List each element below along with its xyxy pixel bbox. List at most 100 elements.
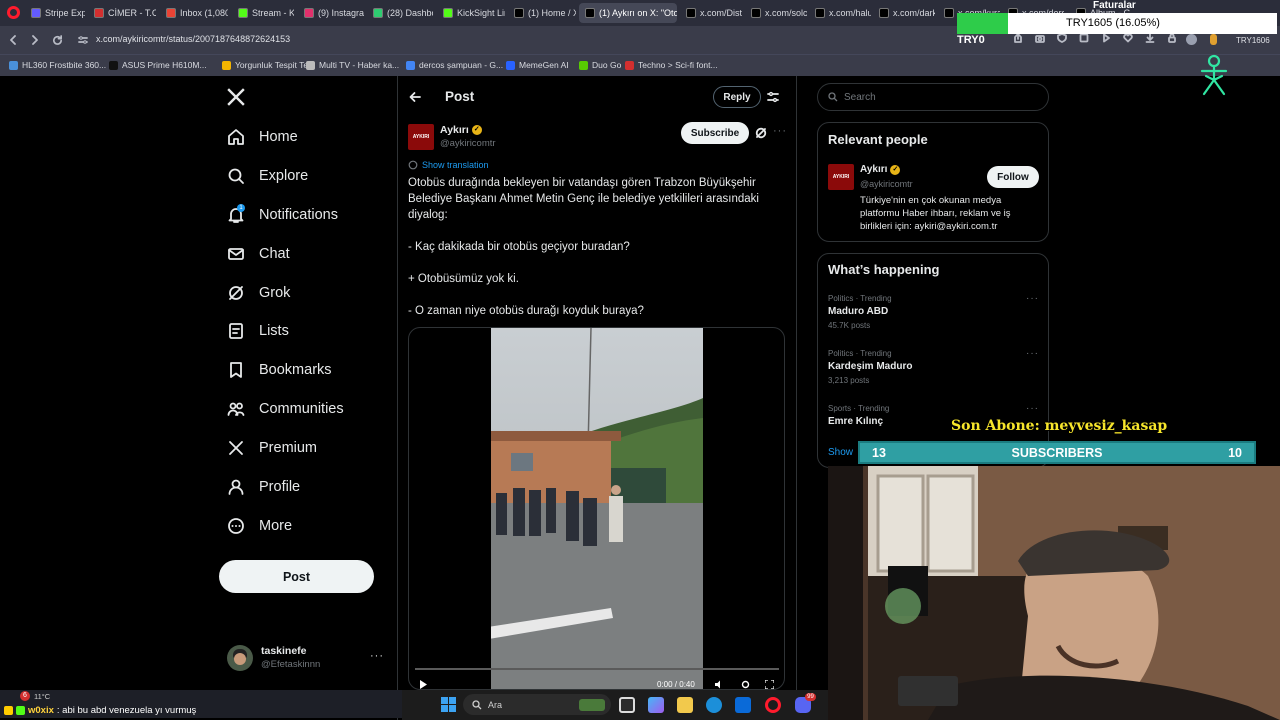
profile-avatar-icon[interactable] [1186,34,1197,45]
volume-icon[interactable] [715,680,725,689]
fullscreen-icon[interactable] [765,680,774,689]
url-field[interactable]: x.com/aykiricomtr/status/200718764887262… [96,34,290,44]
extensions-icon[interactable] [1079,33,1089,43]
trend-2-more-icon[interactable]: ··· [1026,348,1039,359]
bookmark-icon [230,362,242,378]
trend-1-title[interactable]: Maduro ABD [828,306,888,317]
bookmark-item[interactable]: dercos şampuan - G... [406,60,503,70]
bookmark-item[interactable]: Techno > Sci-fi font... [625,60,718,70]
browser-tab[interactable]: x.com/haluk [809,3,871,23]
windows-start-icon[interactable] [441,697,456,712]
x-logo-icon[interactable] [227,88,245,106]
nav-item-bookmarks[interactable]: Bookmarks [227,361,332,379]
taskbar-search[interactable]: Ara [463,694,611,715]
file-explorer-icon[interactable] [677,697,693,713]
bookmark-item[interactable]: Yorgunluk Tespit Test [222,60,315,70]
nav-item-lists[interactable]: Lists [227,322,289,340]
nav-item-label: Lists [259,323,289,339]
relevant-name[interactable]: Aykırı [860,164,887,175]
browser-tab[interactable]: x.com/darkw [873,3,935,23]
account-avatar[interactable] [227,645,253,671]
store-icon[interactable] [735,697,751,713]
post-more-icon[interactable]: ··· [773,125,787,137]
bookmark-item[interactable]: Duo Go [579,60,621,70]
browser-tab[interactable]: (1) Aykırı on X: "Otob [579,3,677,23]
show-translation[interactable]: Show translation [408,160,489,170]
author-avatar[interactable]: AYKIRI [408,124,434,150]
nav-item-label: Bookmarks [259,362,332,378]
account-more-icon[interactable]: ··· [370,650,384,662]
settings-gear-icon[interactable] [741,680,750,689]
tab-favicon-icon [166,8,176,18]
share-icon[interactable] [1013,33,1023,43]
browser-tab[interactable]: (28) Dashboo [367,3,433,23]
subscribe-button[interactable]: Subscribe [681,122,749,144]
trend-2-title[interactable]: Kardeşim Maduro [828,361,912,372]
follow-button[interactable]: Follow [987,166,1039,188]
nav-item-profile[interactable]: Profile [227,478,300,496]
bookmark-item[interactable]: ASUS Prime H610M... [109,60,207,70]
filter-icon[interactable] [767,91,779,103]
wallet-icon[interactable] [1210,34,1217,45]
bookmark-favicon-icon [9,60,18,70]
x-logo-icon [229,441,243,455]
browser-tab[interactable]: KickSight Lin [437,3,505,23]
nav-item-grok[interactable]: Grok [227,284,290,302]
back-icon[interactable] [8,35,18,45]
camera-icon[interactable] [1035,33,1045,43]
browser-tab[interactable]: Stripe Express [25,3,85,23]
nav-item-home[interactable]: Home [227,128,298,146]
browser-tab[interactable]: Inbox (1,080) [160,3,228,23]
shield-icon[interactable] [1057,33,1067,43]
trend-1-more-icon[interactable]: ··· [1026,293,1039,304]
reload-icon[interactable] [52,35,63,46]
post-button[interactable]: Post [219,560,374,593]
author-handle[interactable]: @aykiricomtr [440,138,496,149]
faturalar-label: Faturalar [1093,0,1136,11]
nav-item-communities[interactable]: Communities [227,400,344,418]
task-view-icon[interactable] [619,697,635,713]
download-icon[interactable] [1145,33,1155,43]
grok-icon[interactable] [755,127,767,139]
bookmark-item[interactable]: HL360 Frostbite 360... [9,60,106,70]
author-name[interactable]: Aykırı [440,124,469,136]
video-progress-track[interactable] [415,668,779,670]
nav-item-more[interactable]: More [227,517,292,535]
show-more-link[interactable]: Show [828,447,853,458]
verified-badge-icon: ✓ [890,164,901,175]
site-settings-icon[interactable] [78,35,88,45]
post-line-5: + Otobüsümüz yok ki. [408,273,519,285]
nav-item-premium[interactable]: Premium [227,439,317,457]
forward-icon[interactable] [30,35,40,45]
play-icon[interactable] [1101,33,1111,43]
browser-tab[interactable]: x.com/solcun [745,3,807,23]
back-arrow-icon[interactable] [409,91,421,103]
browser-tab[interactable]: x.com/Distan [680,3,742,23]
nav-item-explore[interactable]: Explore [227,167,308,185]
tab-label: (28) Dashboo [387,8,433,18]
home-icon [228,129,244,145]
browser-tab[interactable]: CİMER - T.C. [88,3,156,23]
browser-tab[interactable]: Stream - Kick [232,3,294,23]
video-player[interactable]: 0:00 / 0:40 [408,327,785,690]
heart-icon[interactable] [1123,33,1133,43]
video-frame [491,328,703,689]
bookmark-item[interactable]: Multi TV - Haber ka... [306,60,399,70]
browser-tab[interactable]: (1) Home / X [508,3,576,23]
lock-icon[interactable] [1167,33,1177,43]
search-input[interactable]: Search [817,83,1049,111]
nav-item-label: Grok [259,285,291,301]
nav-item-chat[interactable]: Chat [227,245,290,263]
opera-taskbar-icon[interactable] [765,697,781,713]
trend-3-more-icon[interactable]: ··· [1026,403,1039,414]
play-icon[interactable] [419,680,428,689]
browser-tab[interactable]: (9) Instagram [298,3,364,23]
copilot-icon[interactable] [648,697,664,713]
reply-button[interactable]: Reply [713,86,761,108]
relevant-avatar[interactable]: AYKIRI [828,164,854,190]
trend-3-title[interactable]: Emre Kılınç [828,416,883,427]
tab-favicon-icon [304,8,314,18]
opera-logo-icon[interactable] [7,6,20,19]
bookmark-item[interactable]: MemeGen AI [506,60,569,70]
edge-icon[interactable] [706,697,722,713]
